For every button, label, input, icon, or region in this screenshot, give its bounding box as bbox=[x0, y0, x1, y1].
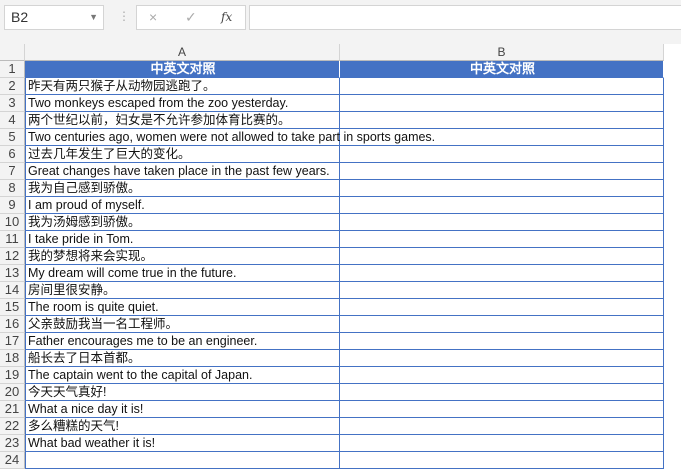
cell-b[interactable] bbox=[340, 333, 664, 350]
row-header[interactable]: 7 bbox=[0, 163, 25, 180]
check-icon[interactable]: ✓ bbox=[185, 9, 197, 26]
cell-b[interactable] bbox=[340, 146, 664, 163]
cell-a[interactable]: 房间里很安静。 bbox=[25, 282, 340, 299]
cell-a[interactable]: 船长去了日本首都。 bbox=[25, 350, 340, 367]
row-header[interactable]: 12 bbox=[0, 248, 25, 265]
cell-b[interactable] bbox=[340, 197, 664, 214]
cell-a[interactable]: Two centuries ago, women were not allowe… bbox=[25, 129, 435, 146]
cell-b[interactable] bbox=[340, 401, 664, 418]
cell-a[interactable]: 我为汤姆感到骄傲。 bbox=[25, 214, 340, 231]
row-header[interactable]: 22 bbox=[0, 418, 25, 435]
header-cell-b[interactable]: 中英文对照 bbox=[340, 61, 664, 78]
row-header[interactable]: 21 bbox=[0, 401, 25, 418]
cell-b[interactable] bbox=[340, 129, 664, 146]
row-header[interactable]: 8 bbox=[0, 180, 25, 197]
cell-a[interactable] bbox=[25, 452, 340, 469]
cell-b[interactable] bbox=[340, 350, 664, 367]
cell-b[interactable] bbox=[340, 112, 664, 129]
header-cell-a[interactable]: 中英文对照 bbox=[25, 61, 340, 78]
cell-b[interactable] bbox=[340, 418, 664, 435]
column-header-a[interactable]: A bbox=[25, 44, 340, 61]
row-header[interactable]: 11 bbox=[0, 231, 25, 248]
cell-a[interactable]: 多么糟糕的天气! bbox=[25, 418, 340, 435]
cell-a[interactable]: The captain went to the capital of Japan… bbox=[25, 367, 340, 384]
cell-b[interactable] bbox=[340, 367, 664, 384]
chevron-down-icon[interactable]: ▼ bbox=[89, 6, 98, 29]
cancel-icon[interactable]: × bbox=[149, 9, 157, 25]
cell-b[interactable] bbox=[340, 231, 664, 248]
row-header[interactable]: 16 bbox=[0, 316, 25, 333]
cell-a[interactable]: 过去几年发生了巨大的变化。 bbox=[25, 146, 340, 163]
row-header[interactable]: 4 bbox=[0, 112, 25, 129]
cell-a[interactable]: 我的梦想将来会实现。 bbox=[25, 248, 340, 265]
cell-a[interactable]: I am proud of myself. bbox=[25, 197, 340, 214]
insert-function-icon[interactable]: fx bbox=[221, 10, 232, 24]
cell-b[interactable] bbox=[340, 78, 664, 95]
row-header[interactable]: 23 bbox=[0, 435, 25, 452]
row-header[interactable]: 3 bbox=[0, 95, 25, 112]
cell-b[interactable] bbox=[340, 180, 664, 197]
formula-buttons: × ✓ fx bbox=[136, 5, 246, 30]
cell-b[interactable] bbox=[340, 214, 664, 231]
formula-toolbar: B2 ▼ ⋮ × ✓ fx bbox=[0, 0, 681, 44]
cell-a[interactable]: What bad weather it is! bbox=[25, 435, 340, 452]
name-box[interactable]: B2 ▼ bbox=[4, 5, 104, 30]
row-header[interactable]: 19 bbox=[0, 367, 25, 384]
row-header[interactable]: 6 bbox=[0, 146, 25, 163]
cell-b[interactable] bbox=[340, 452, 664, 469]
row-header[interactable]: 2 bbox=[0, 78, 25, 95]
cell-b[interactable] bbox=[340, 316, 664, 333]
cell-b[interactable] bbox=[340, 299, 664, 316]
cell-a[interactable]: 今天天气真好! bbox=[25, 384, 340, 401]
cell-b[interactable] bbox=[340, 95, 664, 112]
cell-a[interactable]: I take pride in Tom. bbox=[25, 231, 340, 248]
cell-a[interactable]: 父亲鼓励我当一名工程师。 bbox=[25, 316, 340, 333]
cell-a[interactable]: What a nice day it is! bbox=[25, 401, 340, 418]
cell-b[interactable] bbox=[340, 282, 664, 299]
row-header[interactable]: 14 bbox=[0, 282, 25, 299]
row-header[interactable]: 15 bbox=[0, 299, 25, 316]
row-header[interactable]: 20 bbox=[0, 384, 25, 401]
cell-a[interactable]: Father encourages me to be an engineer. bbox=[25, 333, 340, 350]
cell-b[interactable] bbox=[340, 384, 664, 401]
row-header[interactable]: 17 bbox=[0, 333, 25, 350]
cell-b[interactable] bbox=[340, 163, 664, 180]
column-header-b[interactable]: B bbox=[340, 44, 664, 61]
row-header[interactable]: 1 bbox=[0, 61, 25, 78]
row-header[interactable]: 13 bbox=[0, 265, 25, 282]
row-header[interactable]: 10 bbox=[0, 214, 25, 231]
cell-a[interactable]: 我为自己感到骄傲。 bbox=[25, 180, 340, 197]
cell-a[interactable]: Two monkeys escaped from the zoo yesterd… bbox=[25, 95, 340, 112]
cell-a[interactable]: The room is quite quiet. bbox=[25, 299, 340, 316]
cell-b[interactable] bbox=[340, 265, 664, 282]
row-header[interactable]: 18 bbox=[0, 350, 25, 367]
cell-a[interactable]: Great changes have taken place in the pa… bbox=[25, 163, 340, 180]
row-header[interactable]: 5 bbox=[0, 129, 25, 146]
cell-b[interactable] bbox=[340, 248, 664, 265]
cell-b[interactable] bbox=[340, 435, 664, 452]
cell-a[interactable]: 昨天有两只猴子从动物园逃跑了。 bbox=[25, 78, 340, 95]
row-header[interactable]: 9 bbox=[0, 197, 25, 214]
grip-icon: ⋮ bbox=[118, 9, 130, 23]
formula-input[interactable] bbox=[249, 5, 681, 30]
name-box-value: B2 bbox=[11, 9, 29, 25]
cell-a[interactable]: 两个世纪以前，妇女是不允许参加体育比赛的。 bbox=[25, 112, 340, 129]
select-all-corner[interactable] bbox=[0, 44, 25, 61]
row-header[interactable]: 24 bbox=[0, 452, 25, 469]
cell-a[interactable]: My dream will come true in the future. bbox=[25, 265, 340, 282]
